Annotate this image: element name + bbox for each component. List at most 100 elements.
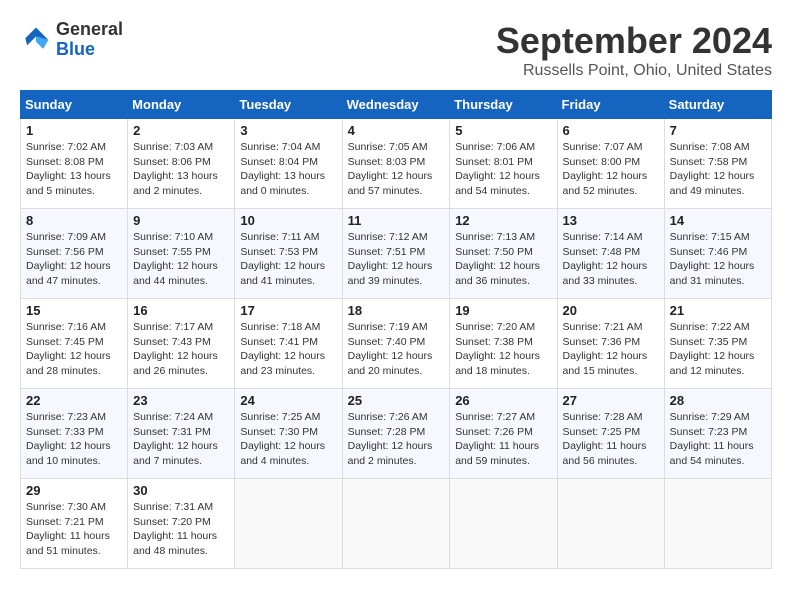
calendar-cell: 17 Sunrise: 7:18 AMSunset: 7:41 PMDayligh… (235, 299, 342, 389)
day-number: 1 (26, 123, 122, 138)
calendar-cell: 26Sunrise: 7:27 AMSunset: 7:26 PMDayligh… (450, 389, 557, 479)
calendar-week-5: 29 Sunrise: 7:30 AMSunset: 7:21 PMDayligh… (21, 479, 772, 569)
day-detail: Sunrise: 7:18 AMSunset: 7:41 PMDaylight:… (240, 320, 336, 379)
page-header: General Blue September 2024 Russells Poi… (20, 20, 772, 80)
calendar-cell: 18 Sunrise: 7:19 AMSunset: 7:40 PMDayligh… (342, 299, 450, 389)
calendar-cell: 30Sunrise: 7:31 AMSunset: 7:20 PMDayligh… (128, 479, 235, 569)
calendar-cell: 19 Sunrise: 7:20 AMSunset: 7:38 PMDayligh… (450, 299, 557, 389)
calendar-cell: 9 Sunrise: 7:10 AMSunset: 7:55 PMDaylight… (128, 209, 235, 299)
calendar-cell: 12 Sunrise: 7:13 AMSunset: 7:50 PMDayligh… (450, 209, 557, 299)
day-detail: Sunrise: 7:09 AMSunset: 7:56 PMDaylight:… (26, 230, 122, 289)
logo-icon (20, 24, 52, 56)
day-number: 3 (240, 123, 336, 138)
calendar-cell: 15Sunrise: 7:16 AMSunset: 7:45 PMDayligh… (21, 299, 128, 389)
day-number: 5 (455, 123, 551, 138)
weekday-header-thursday: Thursday (450, 91, 557, 119)
calendar-cell (664, 479, 771, 569)
calendar-cell: 29 Sunrise: 7:30 AMSunset: 7:21 PMDayligh… (21, 479, 128, 569)
weekday-header-saturday: Saturday (664, 91, 771, 119)
day-number: 6 (563, 123, 659, 138)
calendar-cell (450, 479, 557, 569)
calendar-cell: 28 Sunrise: 7:29 AMSunset: 7:23 PMDayligh… (664, 389, 771, 479)
day-number: 24 (240, 393, 336, 408)
day-number: 20 (563, 303, 659, 318)
calendar-cell: 11 Sunrise: 7:12 AMSunset: 7:51 PMDayligh… (342, 209, 450, 299)
day-detail: Sunrise: 7:27 AMSunset: 7:26 PMDaylight:… (455, 410, 551, 469)
calendar-week-3: 15Sunrise: 7:16 AMSunset: 7:45 PMDayligh… (21, 299, 772, 389)
day-number: 13 (563, 213, 659, 228)
weekday-header-monday: Monday (128, 91, 235, 119)
day-detail: Sunrise: 7:12 AMSunset: 7:51 PMDaylight:… (348, 230, 445, 289)
logo-line2: Blue (56, 40, 123, 60)
day-number: 8 (26, 213, 122, 228)
day-number: 21 (670, 303, 766, 318)
calendar-cell: 24Sunrise: 7:25 AMSunset: 7:30 PMDayligh… (235, 389, 342, 479)
day-detail: Sunrise: 7:19 AMSunset: 7:40 PMDaylight:… (348, 320, 445, 379)
day-number: 2 (133, 123, 229, 138)
calendar-cell: 25 Sunrise: 7:26 AMSunset: 7:28 PMDayligh… (342, 389, 450, 479)
calendar-cell (235, 479, 342, 569)
calendar-week-1: 1 Sunrise: 7:02 AMSunset: 8:08 PMDaylight… (21, 119, 772, 209)
day-number: 12 (455, 213, 551, 228)
day-detail: Sunrise: 7:23 AMSunset: 7:33 PMDaylight:… (26, 410, 122, 469)
calendar-cell: 7 Sunrise: 7:08 AMSunset: 7:58 PMDaylight… (664, 119, 771, 209)
calendar-cell: 6Sunrise: 7:07 AMSunset: 8:00 PMDaylight… (557, 119, 664, 209)
day-number: 27 (563, 393, 659, 408)
day-detail: Sunrise: 7:08 AMSunset: 7:58 PMDaylight:… (670, 140, 766, 199)
day-detail: Sunrise: 7:17 AMSunset: 7:43 PMDaylight:… (133, 320, 229, 379)
day-number: 18 (348, 303, 445, 318)
day-detail: Sunrise: 7:04 AMSunset: 8:04 PMDaylight:… (240, 140, 336, 199)
calendar-cell: 8 Sunrise: 7:09 AMSunset: 7:56 PMDaylight… (21, 209, 128, 299)
day-number: 28 (670, 393, 766, 408)
logo: General Blue (20, 20, 123, 60)
calendar-body: 1 Sunrise: 7:02 AMSunset: 8:08 PMDaylight… (21, 119, 772, 569)
day-detail: Sunrise: 7:02 AMSunset: 8:08 PMDaylight:… (26, 140, 122, 199)
day-number: 9 (133, 213, 229, 228)
day-detail: Sunrise: 7:11 AMSunset: 7:53 PMDaylight:… (240, 230, 336, 289)
calendar-cell: 27 Sunrise: 7:28 AMSunset: 7:25 PMDayligh… (557, 389, 664, 479)
day-number: 11 (348, 213, 445, 228)
weekday-header-friday: Friday (557, 91, 664, 119)
day-detail: Sunrise: 7:13 AMSunset: 7:50 PMDaylight:… (455, 230, 551, 289)
calendar-header-row: SundayMondayTuesdayWednesdayThursdayFrid… (21, 91, 772, 119)
day-detail: Sunrise: 7:21 AMSunset: 7:36 PMDaylight:… (563, 320, 659, 379)
day-detail: Sunrise: 7:03 AMSunset: 8:06 PMDaylight:… (133, 140, 229, 199)
calendar-cell: 10 Sunrise: 7:11 AMSunset: 7:53 PMDayligh… (235, 209, 342, 299)
day-detail: Sunrise: 7:20 AMSunset: 7:38 PMDaylight:… (455, 320, 551, 379)
day-detail: Sunrise: 7:22 AMSunset: 7:35 PMDaylight:… (670, 320, 766, 379)
calendar-cell: 2 Sunrise: 7:03 AMSunset: 8:06 PMDaylight… (128, 119, 235, 209)
day-detail: Sunrise: 7:29 AMSunset: 7:23 PMDaylight:… (670, 410, 766, 469)
day-detail: Sunrise: 7:10 AMSunset: 7:55 PMDaylight:… (133, 230, 229, 289)
calendar-cell: 3 Sunrise: 7:04 AMSunset: 8:04 PMDaylight… (235, 119, 342, 209)
day-number: 15 (26, 303, 122, 318)
calendar-cell: 1 Sunrise: 7:02 AMSunset: 8:08 PMDaylight… (21, 119, 128, 209)
day-number: 7 (670, 123, 766, 138)
title-area: September 2024 Russells Point, Ohio, Uni… (496, 20, 772, 80)
day-number: 14 (670, 213, 766, 228)
weekday-header-wednesday: Wednesday (342, 91, 450, 119)
calendar-cell: 21 Sunrise: 7:22 AMSunset: 7:35 PMDayligh… (664, 299, 771, 389)
day-number: 10 (240, 213, 336, 228)
calendar-table: SundayMondayTuesdayWednesdayThursdayFrid… (20, 90, 772, 569)
day-number: 16 (133, 303, 229, 318)
day-detail: Sunrise: 7:05 AMSunset: 8:03 PMDaylight:… (348, 140, 445, 199)
day-number: 29 (26, 483, 122, 498)
month-title: September 2024 (496, 20, 772, 62)
calendar-cell: 23Sunrise: 7:24 AMSunset: 7:31 PMDayligh… (128, 389, 235, 479)
day-detail: Sunrise: 7:28 AMSunset: 7:25 PMDaylight:… (563, 410, 659, 469)
day-number: 30 (133, 483, 229, 498)
day-number: 19 (455, 303, 551, 318)
day-number: 25 (348, 393, 445, 408)
calendar-cell: 16 Sunrise: 7:17 AMSunset: 7:43 PMDayligh… (128, 299, 235, 389)
day-detail: Sunrise: 7:30 AMSunset: 7:21 PMDaylight:… (26, 500, 122, 559)
weekday-header-sunday: Sunday (21, 91, 128, 119)
calendar-cell (557, 479, 664, 569)
calendar-cell: 22 Sunrise: 7:23 AMSunset: 7:33 PMDayligh… (21, 389, 128, 479)
day-number: 17 (240, 303, 336, 318)
calendar-week-4: 22 Sunrise: 7:23 AMSunset: 7:33 PMDayligh… (21, 389, 772, 479)
day-detail: Sunrise: 7:26 AMSunset: 7:28 PMDaylight:… (348, 410, 445, 469)
day-detail: Sunrise: 7:06 AMSunset: 8:01 PMDaylight:… (455, 140, 551, 199)
day-detail: Sunrise: 7:15 AMSunset: 7:46 PMDaylight:… (670, 230, 766, 289)
day-number: 22 (26, 393, 122, 408)
calendar-cell: 14 Sunrise: 7:15 AMSunset: 7:46 PMDayligh… (664, 209, 771, 299)
